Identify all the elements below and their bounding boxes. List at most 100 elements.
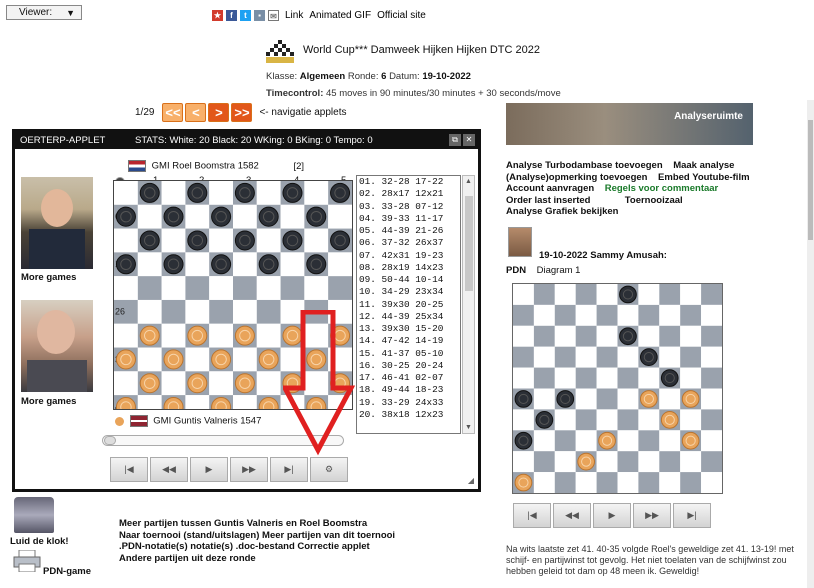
bell-icon[interactable] [14, 497, 54, 533]
slider-knob[interactable] [104, 436, 116, 445]
prev-move-button[interactable]: ◀◀ [150, 457, 188, 482]
white-piece[interactable] [163, 349, 184, 370]
move-row[interactable]: 06. 37-32 26x37 [359, 237, 460, 249]
black-piece[interactable] [514, 390, 533, 408]
white-piece[interactable] [187, 325, 208, 346]
ring-bell-link[interactable]: Luid de klok! [10, 536, 69, 547]
twitter-icon[interactable]: t [240, 10, 251, 21]
prev-applet-button[interactable]: < [185, 103, 207, 122]
move-list-scrollbar[interactable]: ▲ ▼ [462, 175, 475, 434]
settings-button[interactable]: ⚙ [310, 457, 348, 482]
more-games-link-bottom[interactable]: More games [21, 396, 76, 407]
comment-rules-link[interactable]: Regels voor commentaar [605, 183, 719, 194]
tournament-hall-link[interactable]: Toernooizaal [625, 195, 683, 206]
black-piece[interactable] [234, 230, 255, 251]
black-piece[interactable] [535, 410, 554, 429]
move-row[interactable]: 12. 44-39 25x34 [359, 311, 460, 323]
diagram-prev-button[interactable]: ◀◀ [553, 503, 591, 528]
more-games-link-top[interactable]: More games [21, 272, 76, 283]
first-applet-button[interactable]: << [162, 103, 184, 122]
move-row[interactable]: 05. 44-39 21-26 [359, 225, 460, 237]
close-icon[interactable]: ✕ [463, 134, 475, 146]
black-piece[interactable] [306, 206, 327, 227]
white-piece[interactable] [258, 349, 279, 370]
play-button[interactable]: ▶ [190, 457, 228, 482]
move-row[interactable]: 20. 38x18 12x23 [359, 409, 460, 421]
pdn-link[interactable]: PDN [506, 265, 526, 276]
print-icon[interactable]: ▪ [254, 10, 265, 21]
black-piece[interactable] [660, 369, 679, 387]
move-row[interactable]: 16. 30-25 20-24 [359, 360, 460, 372]
white-piece[interactable] [598, 431, 616, 450]
black-piece[interactable] [258, 254, 279, 275]
black-piece[interactable] [619, 285, 637, 304]
white-piece[interactable] [234, 325, 255, 346]
add-comment-link[interactable]: (Analyse)opmerking toevoegen [506, 172, 647, 183]
black-piece[interactable] [330, 230, 351, 251]
black-piece[interactable] [234, 182, 255, 203]
black-piece[interactable] [306, 254, 327, 275]
black-piece[interactable] [556, 390, 575, 408]
white-piece[interactable] [577, 452, 596, 471]
black-piece[interactable] [639, 348, 658, 367]
move-row[interactable]: 10. 34-29 23x34 [359, 286, 460, 298]
embed-youtube-link[interactable]: Embed Youtube-film [658, 172, 749, 183]
move-row[interactable]: 02. 28x17 12x21 [359, 188, 460, 200]
black-piece[interactable] [163, 206, 184, 227]
move-row[interactable]: 18. 49-44 18-23 [359, 384, 460, 396]
diagram-next-button[interactable]: ▶▶ [633, 503, 671, 528]
last-applet-button[interactable]: >> [231, 103, 253, 122]
white-piece[interactable] [211, 349, 232, 370]
white-piece[interactable] [660, 410, 679, 429]
analysis-graph-link[interactable]: Analyse Grafiek bekijken [506, 206, 618, 217]
facebook-icon[interactable]: f [226, 10, 237, 21]
white-piece[interactable] [187, 373, 208, 394]
move-row[interactable]: 04. 39-33 11-17 [359, 213, 460, 225]
popout-icon[interactable]: ⧉ [449, 134, 461, 146]
viewer-select[interactable]: Viewer: ▼ [6, 5, 82, 20]
move-row[interactable]: 09. 50-44 10-14 [359, 274, 460, 286]
add-turbodambase-link[interactable]: Analyse Turbodambase toevoegen [506, 160, 663, 171]
order-last-inserted-link[interactable]: Order last inserted [506, 195, 590, 206]
move-row[interactable]: 14. 47-42 14-19 [359, 335, 460, 347]
make-analysis-link[interactable]: Maak analyse [673, 160, 734, 171]
black-piece[interactable] [115, 206, 136, 227]
last-move-button[interactable]: ▶| [270, 457, 308, 482]
pdn-game-link[interactable]: PDN-game [43, 566, 91, 577]
white-piece[interactable] [681, 390, 700, 408]
move-row[interactable]: 01. 32-28 17-22 [359, 176, 460, 188]
black-piece[interactable] [163, 254, 184, 275]
move-row[interactable]: 17. 46-41 02-07 [359, 372, 460, 384]
next-move-button[interactable]: ▶▶ [230, 457, 268, 482]
black-piece[interactable] [211, 206, 232, 227]
more-games-between-link[interactable]: Meer partijen tussen Guntis Valneris en … [119, 518, 395, 530]
white-piece[interactable] [514, 473, 533, 492]
resize-grip-icon[interactable]: ◢ [468, 476, 474, 485]
link-link[interactable]: Link [285, 10, 303, 21]
black-piece[interactable] [330, 182, 351, 203]
animated-gif-link[interactable]: Animated GIF [309, 10, 371, 21]
move-row[interactable]: 15. 41-37 05-10 [359, 348, 460, 360]
notation-links[interactable]: .PDN-notatie(s) notatie(s) .doc-bestand … [119, 541, 395, 553]
black-piece[interactable] [187, 182, 208, 203]
white-piece[interactable] [681, 431, 700, 450]
black-piece[interactable] [282, 230, 303, 251]
other-games-round-link[interactable]: Andere partijen uit deze ronde [119, 553, 395, 565]
black-piece[interactable] [282, 182, 303, 203]
black-piece[interactable] [211, 254, 232, 275]
page-scrollbar[interactable] [807, 100, 814, 588]
white-piece[interactable] [234, 373, 255, 394]
move-row[interactable]: 11. 39x30 20-25 [359, 299, 460, 311]
tournament-link[interactable]: Naar toernooi (stand/uitslagen) Meer par… [119, 530, 395, 542]
white-piece[interactable] [139, 325, 160, 346]
white-piece[interactable] [639, 390, 658, 408]
black-piece[interactable] [514, 431, 533, 450]
move-row[interactable]: 03. 33-28 07-12 [359, 201, 460, 213]
diagram-play-button[interactable]: ▶ [593, 503, 631, 528]
move-list[interactable]: 01. 32-28 17-22 02. 28x17 12x21 03. 33-28 … [356, 175, 461, 434]
white-piece[interactable] [139, 373, 160, 394]
request-account-link[interactable]: Account aanvragen [506, 183, 594, 194]
official-site-link[interactable]: Official site [377, 10, 426, 21]
mail-icon[interactable]: ✉ [268, 10, 279, 21]
printer-icon[interactable] [13, 550, 41, 572]
